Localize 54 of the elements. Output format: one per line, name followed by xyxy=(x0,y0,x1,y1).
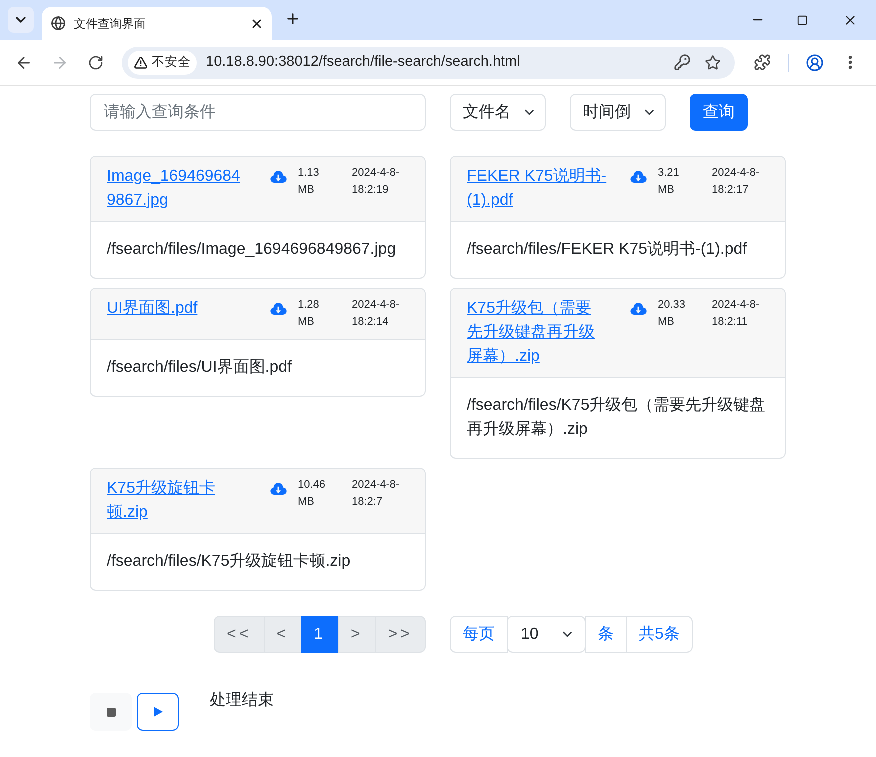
file-time: 2024-4-8-18:2:17 xyxy=(712,166,761,198)
stop-icon xyxy=(106,708,116,716)
star-icon[interactable] xyxy=(705,54,721,70)
file-link[interactable]: K75升级旋钮卡顿.zip xyxy=(107,477,247,525)
file-size: 1.13 MB xyxy=(298,166,320,198)
extensions-icon[interactable] xyxy=(754,54,771,71)
play-icon xyxy=(154,707,162,717)
file-path: /fsearch/files/FEKER K75说明书-(1).pdf xyxy=(467,240,748,260)
file-time: 2024-4-8-18:2:14 xyxy=(352,298,401,330)
file-path: /fsearch/files/K75升级旋钮卡顿.zip xyxy=(107,552,352,572)
warning-icon xyxy=(134,56,148,70)
tab-list-button[interactable] xyxy=(8,7,34,33)
search-field[interactable]: 请输入查询条件 xyxy=(90,94,426,131)
unit-label: 条 xyxy=(585,616,627,653)
status-text: 处理结束 xyxy=(210,690,274,711)
cloud-download-icon xyxy=(630,171,647,183)
file-time: 2024-4-8-18:2:11 xyxy=(712,298,761,330)
cloud-download-icon xyxy=(270,483,287,495)
file-link[interactable]: FEKER K75说明书-(1).pdf xyxy=(467,165,607,213)
page-button[interactable]: 1 xyxy=(301,616,339,653)
dropdown-select[interactable]: 文件名 xyxy=(450,94,546,131)
file-link[interactable]: Image_1694696849867.jpg xyxy=(107,165,247,213)
file-path: /fsearch/files/Image_1694696849867.jpg xyxy=(107,240,398,260)
file-link[interactable]: UI界面图.pdf xyxy=(107,297,198,321)
cloud-download-icon xyxy=(270,303,287,315)
file-size: 10.46 MB xyxy=(298,478,327,510)
browser-tab[interactable]: 文件查询界面 xyxy=(42,7,272,40)
file-path: /fsearch/files/K75升级包（需要先升级键盘再升级屏幕）.zip xyxy=(467,396,767,440)
file-path: /fsearch/files/UI界面图.pdf xyxy=(107,358,293,378)
profile-icon[interactable] xyxy=(806,54,824,72)
file-size: 20.33 MB xyxy=(658,298,687,330)
maximize-icon[interactable] xyxy=(797,14,808,26)
security-label: 不安全 xyxy=(152,54,191,72)
file-link[interactable]: K75升级包（需要先升级键盘再升级屏幕）.zip xyxy=(467,297,607,369)
total-count: 共5条 xyxy=(626,616,693,653)
globe-icon xyxy=(51,16,66,31)
file-time: 2024-4-8-18:2:19 xyxy=(352,166,401,198)
address-bar[interactable]: 不安全 10.18.8.90:38012/fsearch/file-search/search.html xyxy=(122,46,735,78)
per-page-label: 每页 xyxy=(450,616,508,653)
cloud-download-icon xyxy=(270,171,287,183)
page-size-select[interactable]: 10 xyxy=(507,616,586,653)
dropdown-select[interactable]: 时间倒 xyxy=(570,94,666,131)
new-tab-icon[interactable] xyxy=(285,11,301,27)
reload-icon xyxy=(88,54,104,70)
file-time: 2024-4-8-18:2:7 xyxy=(352,478,401,510)
tab-title: 文件查询界面 xyxy=(74,16,147,32)
security-chip[interactable]: 不安全 xyxy=(128,50,197,74)
file-size: 1.28 MB xyxy=(298,298,320,330)
search-button[interactable]: 查询 xyxy=(690,94,748,131)
play-button[interactable] xyxy=(137,693,179,731)
url-text: 10.18.8.90:38012/fsearch/file-search/search.html xyxy=(206,52,522,72)
file-size: 3.21 MB xyxy=(658,166,680,198)
cloud-download-icon xyxy=(630,303,647,315)
key-icon[interactable] xyxy=(674,54,691,71)
